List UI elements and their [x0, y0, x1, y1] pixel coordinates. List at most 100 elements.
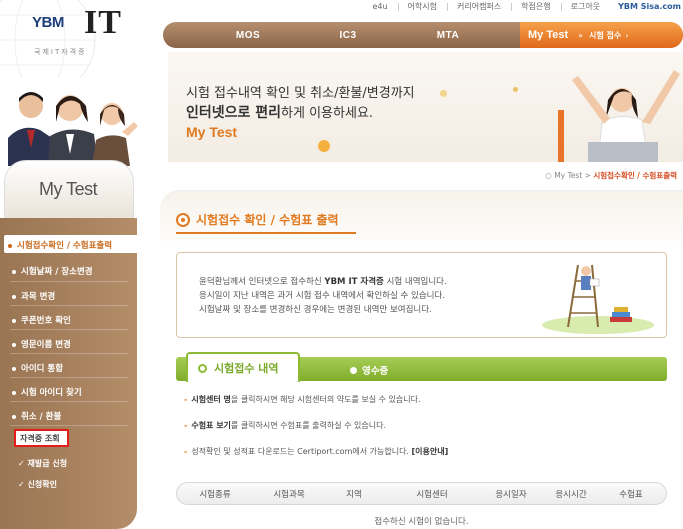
table-header: 시험종류 시험과목 지역 시험센터 응시일자 응시시간 수험표: [176, 482, 667, 505]
breadcrumb-home[interactable]: My Test: [554, 171, 582, 180]
tab-dot-icon: [350, 366, 357, 374]
sidebar-item-label: 과목 변경: [21, 292, 56, 302]
sidebar-item-id-merge[interactable]: 아이디 통합: [0, 362, 137, 374]
util-link-language-test[interactable]: 어학시험: [397, 1, 447, 12]
divider: [10, 305, 128, 306]
note-item: - 수험표 보기를 클릭하시면 수험표를 출력하실 수 있습니다.: [184, 420, 386, 431]
breadcrumb-dot-icon: ○: [545, 171, 555, 180]
sidebar-item-label: 시험접수확인 / 수험표출력: [17, 241, 113, 251]
bullet-icon: [12, 342, 16, 347]
sidebar-subitem-reissue[interactable]: ✓ 재발급 신청: [18, 458, 67, 469]
info-line3: 시험날짜 및 장소를 변경하신 경우에는 변경된 내역만 보여집니다.: [199, 305, 432, 315]
nav-mos[interactable]: MOS: [198, 30, 298, 41]
divider: [10, 377, 128, 378]
decor-dot: [440, 90, 447, 97]
main-nav: MOS IC3 MTA My Test » 시험 접수 ›: [163, 22, 683, 48]
banner-line2-bold: 인터넷으로 편리: [186, 105, 282, 121]
sidebar-item-label: 쿠폰번호 확인: [21, 316, 71, 326]
sidebar-item-label: 취소 / 환불: [21, 412, 62, 422]
info-line1-pre: 윤덕환님께서 인터넷으로 접수하신: [199, 277, 325, 287]
col-ticket: 수험표: [619, 489, 643, 500]
note-item: - 성적확인 및 성적표 다운로드는 Certiport.com에서 가능합니다.…: [184, 446, 448, 457]
note-item: - 시험센터 명을 클릭하시면 해당 시험센터의 약도를 보실 수 있습니다.: [184, 394, 421, 405]
divider: [10, 329, 128, 330]
breadcrumb: ○ My Test > 시험접수확인 / 수험표출력: [545, 170, 677, 181]
bullet-icon: [12, 366, 16, 371]
col-exam-time: 응시시간: [555, 489, 587, 500]
empty-message: 접수하신 시험이 없습니다.: [374, 517, 469, 527]
nav-my-test[interactable]: My Test » 시험 접수 ›: [520, 22, 683, 48]
ybm-it-logo[interactable]: YBM IT 국제IT자격증: [22, 4, 142, 66]
sidebar-item-subject-change[interactable]: 과목 변경: [0, 290, 137, 302]
tab-receipt[interactable]: 영수증: [350, 363, 388, 377]
banner-line2-rest: 하게 이용하세요.: [281, 106, 374, 121]
sidebar-item-date-change[interactable]: 시험날짜 / 장소변경: [0, 265, 137, 277]
bullet-icon: [12, 294, 16, 299]
sidebar-header: My Test: [4, 160, 134, 218]
decor-dot: [318, 140, 330, 152]
divider: [10, 401, 128, 402]
sidebar-item-exam-confirm[interactable]: 시험접수확인 / 수험표출력: [4, 235, 145, 253]
sidebar-title: My Test: [39, 179, 98, 199]
divider: [10, 281, 128, 282]
chevron-right-icon: »: [578, 30, 584, 40]
divider: [10, 425, 128, 426]
note-text: 를 클릭하시면 수험표를 출력하실 수 있습니다.: [230, 421, 387, 430]
nav-ic3[interactable]: IC3: [298, 30, 398, 41]
util-link-e4u[interactable]: e4u: [362, 2, 397, 11]
info-box: 윤덕환님께서 인터넷으로 접수하신 YBM IT 자격증 시험 내역입니다. 응…: [176, 252, 667, 338]
bullet-icon: [12, 318, 16, 323]
tab-circle-icon: [198, 363, 207, 373]
business-people-photo: [0, 78, 160, 166]
dash-icon: -: [184, 447, 188, 456]
info-line1-bold: YBM IT 자격증: [324, 277, 384, 287]
banner-line2: 인터넷으로 편리하게 이용하세요.: [186, 102, 373, 122]
title-underline: [176, 232, 356, 234]
logo-it: IT: [84, 4, 122, 41]
page-title: 시험접수 확인 / 수험표 출력: [176, 211, 339, 228]
note-text: 을 클릭하시면 해당 시험센터의 약도를 보실 수 있습니다.: [230, 395, 421, 404]
utility-links: e4u 어학시험 커리어캠퍼스 학점은행 로그아웃 YBM Sisa.com: [320, 0, 683, 12]
page-title-text: 시험접수 확인 / 수험표 출력: [196, 213, 339, 227]
info-line2: 응시일이 지난 내역은 과거 시험 접수 내역에서 확인하실 수 있습니다.: [199, 291, 445, 301]
bullet-icon: [8, 243, 12, 248]
logo-ybm: YBM: [32, 14, 64, 31]
col-exam-subject: 시험과목: [273, 489, 305, 500]
divider: [10, 353, 128, 354]
sidebar-item-label: 시험 아이디 찾기: [21, 388, 82, 398]
dash-icon: -: [184, 395, 188, 404]
reading-man-illustration: [542, 264, 654, 334]
util-link-credit-bank[interactable]: 학점은행: [511, 1, 560, 12]
bullet-icon: [12, 269, 16, 274]
woman-laptop-photo: [558, 70, 680, 162]
dash-icon: -: [184, 421, 188, 430]
sidebar-item-refund[interactable]: 취소 / 환불: [0, 410, 137, 422]
nav-exam-register[interactable]: 시험 접수: [589, 30, 621, 41]
nav-mta[interactable]: MTA: [398, 30, 498, 41]
info-line1-post: 시험 내역입니다.: [383, 277, 447, 287]
ybm-sisa-link[interactable]: YBM Sisa.com: [610, 2, 683, 11]
arrow-right-icon: ›: [625, 30, 629, 40]
title-circle-icon: [176, 212, 190, 227]
sidebar-subitem-apply-check[interactable]: ✓ 신청확인: [18, 479, 57, 490]
bullet-icon: [12, 414, 16, 419]
breadcrumb-current: 수험표출력: [642, 171, 678, 180]
sidebar-item-label: 영문이름 변경: [21, 340, 71, 350]
breadcrumb-mid[interactable]: 시험접수확인: [593, 171, 634, 180]
sidebar-item-label: 시험날짜 / 장소변경: [21, 267, 93, 277]
util-link-career-campus[interactable]: 커리어캠퍼스: [447, 1, 511, 12]
note-bold: 수험표 보기: [191, 421, 231, 430]
util-link-logout[interactable]: 로그아웃: [560, 1, 610, 12]
col-exam-date: 응시일자: [495, 489, 527, 500]
col-region: 지역: [346, 489, 362, 500]
sidebar-item-label: 아이디 통합: [21, 364, 64, 374]
nav-my-test-label: My Test: [528, 29, 569, 41]
sidebar-item-english-name[interactable]: 영문이름 변경: [0, 338, 137, 350]
tab-exam-history[interactable]: 시험접수 내역: [186, 352, 300, 382]
logo-subtitle: 국제IT자격증: [34, 48, 87, 56]
sidebar-item-certificate-lookup[interactable]: 자격증 조회: [14, 429, 69, 447]
banner-line1: 시험 접수내역 확인 및 취소/환불/변경까지: [186, 86, 415, 101]
usage-guide-link[interactable]: [이용안내]: [412, 447, 449, 456]
sidebar-item-find-id[interactable]: 시험 아이디 찾기: [0, 386, 137, 398]
sidebar-item-coupon[interactable]: 쿠폰번호 확인: [0, 314, 137, 326]
